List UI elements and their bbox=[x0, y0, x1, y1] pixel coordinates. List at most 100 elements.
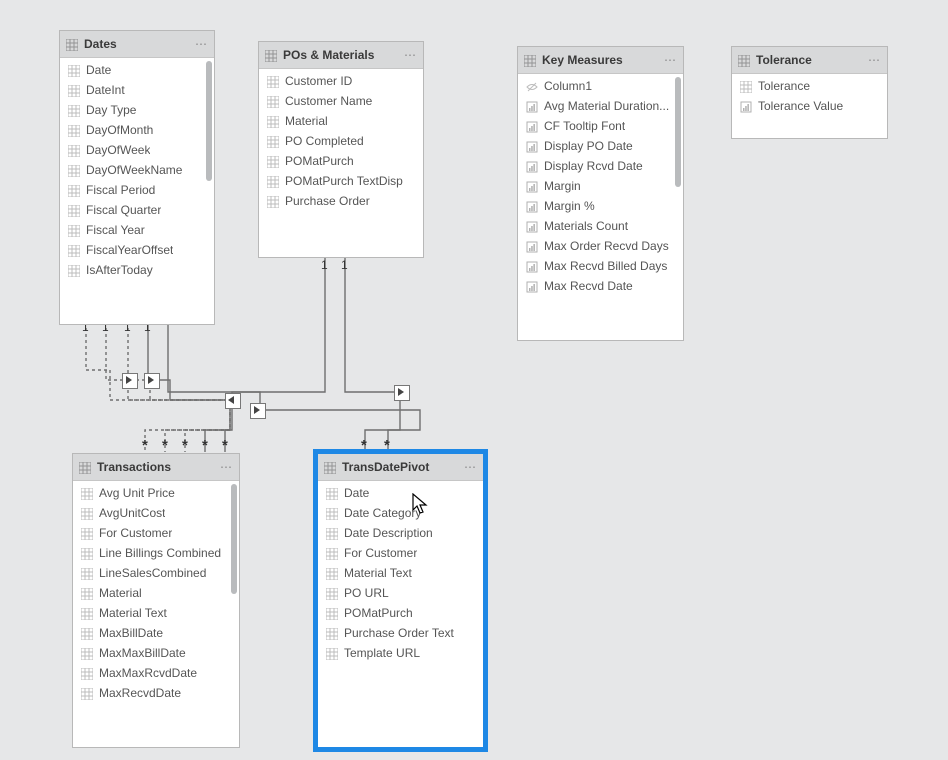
field-label: PO URL bbox=[344, 586, 389, 600]
column-icon bbox=[68, 103, 80, 117]
field-row[interactable]: POMatPurch TextDisp bbox=[259, 171, 423, 191]
field-row[interactable]: CF Tooltip Font bbox=[518, 116, 683, 136]
cardinality-many: * bbox=[202, 437, 208, 454]
scrollbar[interactable] bbox=[231, 484, 237, 743]
field-row[interactable]: Line Billings Combined bbox=[73, 543, 239, 563]
model-canvas[interactable]: 1 1 1 1 1 1 * * * * * * * Dates ⋯ DateDa… bbox=[0, 0, 948, 760]
field-row[interactable]: Fiscal Year bbox=[60, 220, 214, 240]
table-header[interactable]: Dates ⋯ bbox=[60, 31, 214, 58]
field-row[interactable]: Date bbox=[60, 60, 214, 80]
field-row[interactable]: Fiscal Quarter bbox=[60, 200, 214, 220]
table-tolerance[interactable]: Tolerance ⋯ ToleranceTolerance Value bbox=[731, 46, 888, 139]
field-row[interactable]: IsAfterToday bbox=[60, 260, 214, 280]
field-row[interactable]: Max Order Recvd Days bbox=[518, 236, 683, 256]
field-row[interactable]: Max Recvd Date bbox=[518, 276, 683, 296]
field-row[interactable]: Display Rcvd Date bbox=[518, 156, 683, 176]
field-row[interactable]: Customer Name bbox=[259, 91, 423, 111]
field-label: Fiscal Quarter bbox=[86, 203, 161, 217]
field-label: For Customer bbox=[344, 546, 417, 560]
measure-icon bbox=[526, 219, 538, 233]
column-icon bbox=[326, 566, 338, 580]
hidden-icon bbox=[526, 79, 538, 93]
more-options-icon[interactable]: ⋯ bbox=[868, 53, 881, 67]
column-icon bbox=[267, 74, 279, 88]
column-icon bbox=[81, 666, 93, 680]
field-row[interactable]: FiscalYearOffset bbox=[60, 240, 214, 260]
field-row[interactable]: MaxRecvdDate bbox=[73, 683, 239, 703]
more-options-icon[interactable]: ⋯ bbox=[195, 37, 208, 51]
column-icon bbox=[68, 143, 80, 157]
field-row[interactable]: Material Text bbox=[318, 563, 483, 583]
table-pos-materials[interactable]: POs & Materials ⋯ Customer IDCustomer Na… bbox=[258, 41, 424, 258]
table-key-measures[interactable]: Key Measures ⋯ Column1 Avg Material Durat… bbox=[517, 46, 684, 341]
more-options-icon[interactable]: ⋯ bbox=[404, 48, 417, 62]
measure-icon bbox=[740, 99, 752, 113]
field-label: MaxRecvdDate bbox=[99, 686, 181, 700]
measure-icon bbox=[526, 139, 538, 153]
field-row[interactable]: Purchase Order Text bbox=[318, 623, 483, 643]
cardinality-many: * bbox=[142, 437, 148, 454]
field-label: Avg Material Duration... bbox=[544, 99, 669, 113]
more-options-icon[interactable]: ⋯ bbox=[664, 53, 677, 67]
field-row[interactable]: Material bbox=[259, 111, 423, 131]
field-row[interactable]: Margin % bbox=[518, 196, 683, 216]
field-row[interactable]: Material bbox=[73, 583, 239, 603]
more-options-icon[interactable]: ⋯ bbox=[220, 460, 233, 474]
field-row[interactable]: Date bbox=[318, 483, 483, 503]
field-row[interactable]: Template URL bbox=[318, 643, 483, 663]
field-row[interactable]: PO Completed bbox=[259, 131, 423, 151]
scrollbar[interactable] bbox=[675, 77, 681, 336]
field-row[interactable]: Fiscal Period bbox=[60, 180, 214, 200]
field-row[interactable]: Purchase Order bbox=[259, 191, 423, 211]
field-row[interactable]: DateInt bbox=[60, 80, 214, 100]
field-label: Margin % bbox=[544, 199, 595, 213]
field-row[interactable]: Tolerance Value bbox=[732, 96, 887, 116]
field-row[interactable]: Day Type bbox=[60, 100, 214, 120]
table-transdatepivot[interactable]: TransDatePivot ⋯ DateDate CategoryDate D… bbox=[317, 453, 484, 748]
table-dates[interactable]: Dates ⋯ DateDateIntDay TypeDayOfMonthDay… bbox=[59, 30, 215, 325]
field-label: Margin bbox=[544, 179, 581, 193]
table-header[interactable]: Tolerance ⋯ bbox=[732, 47, 887, 74]
table-header[interactable]: POs & Materials ⋯ bbox=[259, 42, 423, 69]
field-row[interactable]: Column1 bbox=[518, 76, 683, 96]
field-row[interactable]: LineSalesCombined bbox=[73, 563, 239, 583]
table-header[interactable]: Key Measures ⋯ bbox=[518, 47, 683, 74]
table-header[interactable]: Transactions ⋯ bbox=[73, 454, 239, 481]
scrollbar[interactable] bbox=[206, 61, 212, 320]
field-row[interactable]: POMatPurch bbox=[259, 151, 423, 171]
column-icon bbox=[81, 586, 93, 600]
field-row[interactable]: DayOfMonth bbox=[60, 120, 214, 140]
field-row[interactable]: Avg Material Duration... bbox=[518, 96, 683, 116]
field-row[interactable]: Tolerance bbox=[732, 76, 887, 96]
field-label: FiscalYearOffset bbox=[86, 243, 173, 257]
field-row[interactable]: DayOfWeekName bbox=[60, 160, 214, 180]
table-transactions[interactable]: Transactions ⋯ Avg Unit PriceAvgUnitCost… bbox=[72, 453, 240, 748]
field-row[interactable]: MaxMaxBillDate bbox=[73, 643, 239, 663]
field-row[interactable]: Date Description bbox=[318, 523, 483, 543]
cardinality-many: * bbox=[162, 437, 168, 454]
field-row[interactable]: Customer ID bbox=[259, 71, 423, 91]
field-row[interactable]: DayOfWeek bbox=[60, 140, 214, 160]
field-row[interactable]: Avg Unit Price bbox=[73, 483, 239, 503]
field-label: Max Recvd Billed Days bbox=[544, 259, 667, 273]
table-title: Key Measures bbox=[542, 53, 664, 67]
field-row[interactable]: For Customer bbox=[318, 543, 483, 563]
field-row[interactable]: Display PO Date bbox=[518, 136, 683, 156]
field-row[interactable]: POMatPurch bbox=[318, 603, 483, 623]
field-row[interactable]: MaxBillDate bbox=[73, 623, 239, 643]
field-row[interactable]: PO URL bbox=[318, 583, 483, 603]
more-options-icon[interactable]: ⋯ bbox=[464, 460, 477, 474]
field-row[interactable]: Date Category bbox=[318, 503, 483, 523]
measure-icon bbox=[526, 279, 538, 293]
field-row[interactable]: For Customer bbox=[73, 523, 239, 543]
field-row[interactable]: Material Text bbox=[73, 603, 239, 623]
field-row[interactable]: Margin bbox=[518, 176, 683, 196]
column-icon bbox=[740, 79, 752, 93]
column-icon bbox=[326, 546, 338, 560]
field-row[interactable]: Materials Count bbox=[518, 216, 683, 236]
field-row[interactable]: MaxMaxRcvdDate bbox=[73, 663, 239, 683]
table-header[interactable]: TransDatePivot ⋯ bbox=[318, 454, 483, 481]
field-row[interactable]: AvgUnitCost bbox=[73, 503, 239, 523]
column-icon bbox=[326, 506, 338, 520]
field-row[interactable]: Max Recvd Billed Days bbox=[518, 256, 683, 276]
